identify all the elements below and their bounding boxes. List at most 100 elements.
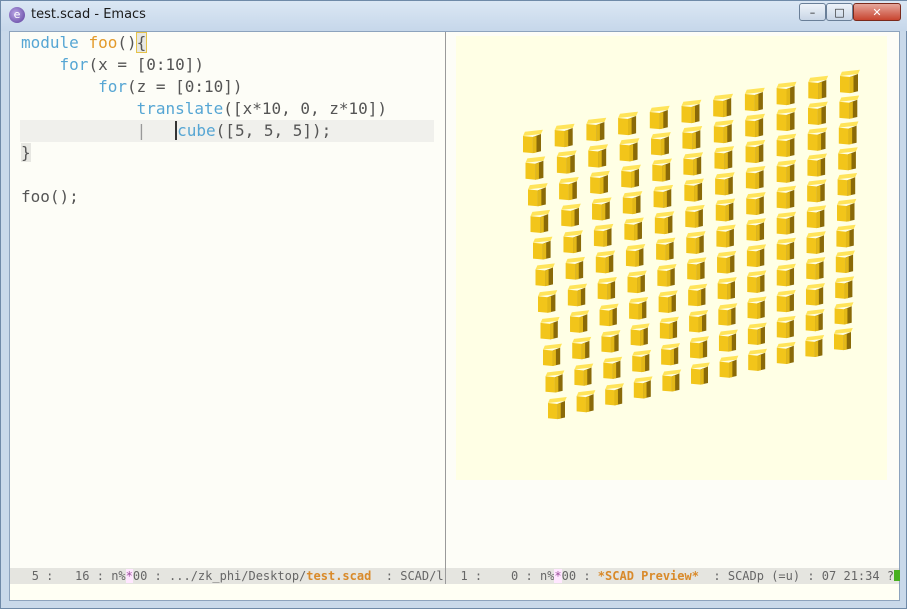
cube-3-6 (715, 172, 735, 196)
editor-pane[interactable]: module foo(){ for(x = [0:10]) for(z = [0… (10, 32, 445, 568)
cube-front-face (535, 269, 546, 287)
cube-0-10 (840, 69, 860, 94)
title-bar[interactable]: e test.scad - Emacs – □ ✕ (1, 1, 907, 31)
cube-front-highlight (564, 130, 569, 148)
cube-5-9 (806, 205, 827, 229)
cube-4-8 (776, 185, 797, 209)
cube-6-0 (538, 290, 558, 313)
cube-9-1 (574, 363, 594, 386)
cube-front-highlight (670, 349, 674, 366)
cube-2-6 (714, 146, 735, 170)
cube-8-10 (835, 276, 855, 299)
cube-front-face (662, 375, 672, 392)
cube-10-1 (576, 390, 596, 413)
cube-front-face (621, 170, 632, 188)
cube-front-highlight (786, 113, 791, 131)
cube-front-face (776, 88, 787, 106)
mode-line-trail: ? (886, 569, 895, 583)
cube-front-highlight (817, 133, 822, 151)
cube-8-7 (747, 296, 767, 319)
cube-8-2 (601, 330, 621, 353)
cube-front-highlight (545, 269, 549, 287)
keyword-for: for (59, 55, 89, 74)
cube-5-6 (716, 224, 736, 248)
cube-2-3 (621, 164, 641, 188)
cube-10-6 (719, 355, 739, 378)
cube-0-9 (808, 75, 829, 100)
cube-front-face (630, 329, 641, 346)
cube-front-highlight (817, 159, 821, 177)
cube-5-0 (535, 263, 555, 287)
cube-front-face (714, 152, 725, 170)
cube-front-face (601, 336, 611, 353)
date: 07 (821, 569, 837, 583)
cube-front-highlight (786, 269, 790, 287)
cube-front-highlight (846, 205, 851, 222)
cube-front-face (599, 309, 610, 327)
cube-front-face (776, 269, 787, 287)
buffer-flags-suffix: 00 (132, 569, 148, 583)
cube-10-9 (805, 334, 825, 358)
cube-front-highlight (849, 101, 853, 119)
cube-8-5 (689, 309, 709, 333)
cube-front-face (618, 118, 628, 136)
cube-4-10 (837, 173, 858, 196)
cube-front-highlight (694, 184, 698, 202)
cube-front-highlight (532, 136, 537, 154)
cube-front-highlight (814, 340, 819, 358)
cube-front-highlight (847, 179, 851, 196)
cube-6-1 (567, 283, 588, 307)
cube-front-face (776, 321, 787, 339)
minibuffer[interactable] (10, 584, 899, 600)
cube-0-6 (713, 93, 734, 118)
cube-7-4 (658, 290, 678, 313)
close-button[interactable]: ✕ (853, 3, 901, 21)
cube-5-7 (746, 218, 766, 241)
preview-pane[interactable] (446, 32, 899, 568)
cube-front-highlight (726, 230, 730, 248)
cube-front-face (548, 403, 558, 420)
cube-front-face (597, 283, 608, 300)
cube-9-3 (632, 349, 652, 373)
column-number: 16 (75, 569, 90, 583)
cube-front-highlight (566, 156, 571, 174)
cube-1-1 (556, 150, 577, 174)
cube-8-1 (572, 336, 592, 360)
scad-preview-viewport[interactable] (456, 36, 887, 480)
cube-4-3 (624, 217, 644, 241)
cube-8-9 (805, 283, 825, 306)
code-editor[interactable]: module foo(){ for(x = [0:10]) for(z = [0… (20, 32, 434, 208)
code-line-8: foo(); (21, 186, 434, 208)
cube-front-face (685, 211, 695, 228)
cube-front-highlight (844, 308, 848, 325)
cube-front-face (690, 342, 700, 359)
cube-0-1 (554, 123, 575, 148)
cube-front-face (837, 179, 848, 196)
cube-front-face (744, 94, 755, 112)
cube-4-0 (533, 236, 553, 260)
cube-front-highlight (700, 368, 704, 385)
maximize-button[interactable]: □ (826, 3, 853, 21)
cube-front-highlight (816, 237, 820, 254)
cube-front-face (776, 217, 787, 235)
cube-6-9 (806, 231, 826, 254)
cube-front-highlight (756, 224, 760, 241)
cube-front-face (622, 197, 633, 215)
cube-front-highlight (694, 211, 699, 228)
cube-front-face (574, 369, 584, 386)
mode-line-right[interactable]: 1 : 0 : n%*00 : *SCAD Preview* : SCADp (… (446, 568, 901, 584)
cube-front-highlight (610, 336, 615, 353)
cube-front-highlight (843, 334, 847, 351)
mode-line-left[interactable]: 5 : 16 : n%*00 : .../zk_phi/Desktop/test… (10, 568, 445, 584)
cube-front-face (530, 216, 541, 233)
cube-front-face (619, 144, 630, 162)
cube-3-2 (592, 197, 612, 221)
cube-front-face (745, 120, 756, 138)
minimize-button[interactable]: – (799, 3, 826, 21)
cube-7-7 (747, 270, 767, 293)
cube-front-highlight (635, 250, 640, 267)
cube-grid-render (523, 69, 860, 420)
cube-front-face (540, 322, 551, 340)
